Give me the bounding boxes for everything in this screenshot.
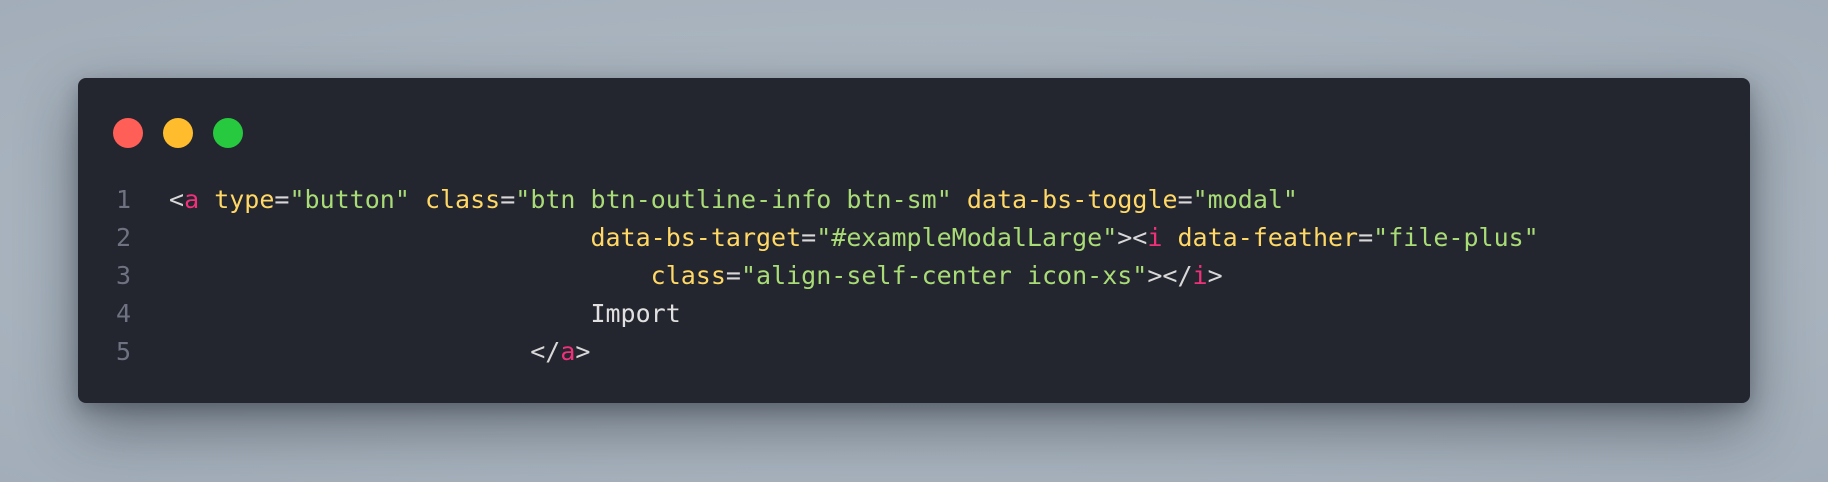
maximize-dot-icon[interactable] [213,118,243,148]
code-window: 1 <a type="button" class="btn btn-outline… [78,78,1750,403]
token-tag: a [184,185,200,214]
token-punc [1162,223,1177,252]
token-punc [199,185,214,214]
line-number: 4 [116,299,132,328]
token-eq: = [801,223,817,252]
token-attr: class [424,185,501,214]
token-eq: = [1177,185,1193,214]
token-tag: i [1147,223,1163,252]
token-attr: class [650,261,726,290]
code-line: 4 Import [78,295,1750,333]
line-source: data-bs-target="#exampleModalLarge"><i d… [169,219,1539,257]
code-line: 3 class="align-self-center icon-xs"></i> [78,257,1750,295]
token-punc: ></ [1147,261,1193,290]
token-str: "align-self-center icon-xs" [740,261,1148,290]
line-source: Import [169,295,681,333]
token-punc [410,185,425,214]
token-punc: </ [530,337,561,366]
token-punc: > [575,337,591,366]
token-tag: i [1192,261,1208,290]
code-line: 1 <a type="button" class="btn btn-outline… [78,181,1750,219]
token-str: "button" [289,185,410,214]
token-attr: type [214,185,275,214]
line-number: 2 [116,223,132,252]
token-eq: = [1358,223,1374,252]
minimize-dot-icon[interactable] [163,118,193,148]
token-str: "modal" [1192,185,1298,214]
line-number: 1 [116,185,132,214]
token-tag: a [560,337,576,366]
token-punc [952,185,967,214]
token-punc: > [1207,261,1223,290]
line-source: </a> [169,333,590,371]
token-str: "#exampleModalLarge" [816,223,1118,252]
window-controls [113,118,243,148]
token-txt: Import [590,299,681,328]
token-eq: = [500,185,516,214]
token-attr: data-bs-toggle [966,185,1178,214]
close-dot-icon[interactable] [113,118,143,148]
code-line: 2 data-bs-target="#exampleModalLarge"><i… [78,219,1750,257]
token-attr: data-feather [1177,223,1359,252]
token-punc: < [169,185,185,214]
code-line: 5 </a> [78,333,1750,371]
token-str: "btn btn-outline-info btn-sm" [515,185,952,214]
code-block: 1 <a type="button" class="btn btn-outline… [78,181,1750,371]
token-eq: = [274,185,290,214]
line-source: <a type="button" class="btn btn-outline-… [169,181,1298,219]
line-source: class="align-self-center icon-xs"></i> [169,257,1223,295]
token-punc: >< [1117,223,1148,252]
token-attr: data-bs-target [590,223,802,252]
line-number: 5 [116,337,132,366]
line-number: 3 [116,261,132,290]
token-eq: = [725,261,741,290]
token-str: "file-plus" [1373,223,1539,252]
